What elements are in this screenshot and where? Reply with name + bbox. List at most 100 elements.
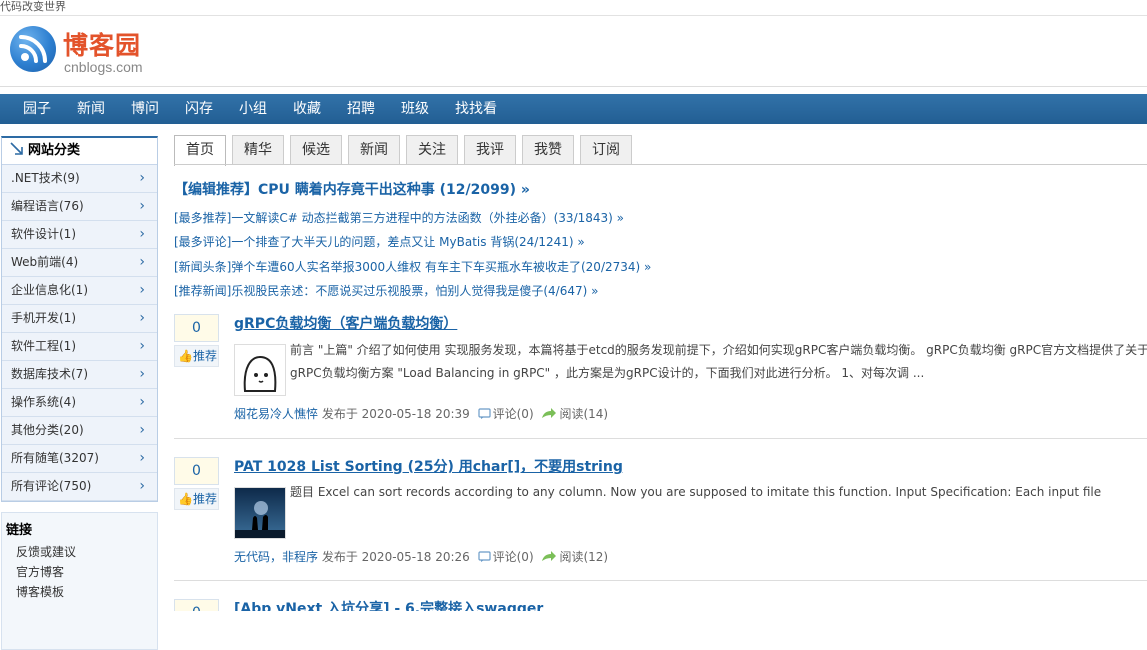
category-label: .NET技术(9) — [11, 171, 80, 185]
post-divider — [174, 438, 1147, 439]
chevron-right-icon: › — [139, 226, 145, 242]
logo-text-cn[interactable]: 博客园 — [63, 26, 141, 62]
chevron-right-icon: › — [139, 394, 145, 410]
recommend-button[interactable]: 👍推荐 — [174, 488, 219, 510]
tab-following[interactable]: 关注 — [406, 135, 458, 164]
link-blog-templates[interactable]: 博客模板 — [6, 582, 157, 602]
read-count-link[interactable]: 阅读(14) — [559, 407, 608, 421]
read-count-link[interactable]: 阅读(12) — [559, 550, 608, 564]
nav-item-search[interactable]: 找找看 — [442, 94, 510, 124]
category-box: 网站分类 .NET技术(9) › 编程语言(76) › 软件设计(1) › Web前端… — [1, 136, 158, 502]
content-tabs: 首页 精华 候选 新闻 关注 我评 我赞 订阅 — [174, 135, 638, 166]
read-arrow-icon — [541, 408, 557, 423]
nav-item-groups[interactable]: 小组 — [226, 94, 280, 124]
category-label: 所有随笔(3207) — [11, 451, 99, 465]
tab-news[interactable]: 新闻 — [348, 135, 400, 164]
logo-text-en[interactable]: cnblogs.com — [64, 59, 143, 75]
category-item[interactable]: 所有随笔(3207) › — [2, 445, 157, 473]
site-slogan: 代码改变世界 — [0, 0, 66, 13]
rec-link-most-commented[interactable]: [最多评论]一个排查了大半天儿的问题，差点又让 MyBatis 背锅(24/12… — [174, 233, 585, 250]
chevron-right-icon: › — [139, 282, 145, 298]
chevron-right-icon: › — [139, 478, 145, 494]
links-box: 链接 反馈或建议 官方博客 博客模板 — [1, 512, 158, 650]
category-label: Web前端(4) — [11, 255, 79, 269]
category-label: 编程语言(76) — [11, 199, 84, 213]
chevron-right-icon: › — [139, 366, 145, 382]
category-item[interactable]: 软件工程(1) › — [2, 333, 157, 361]
rec-link-headline-news[interactable]: [新闻头条]弹个车遭60人实名举报3000人维权 有车主下车买瓶水车被收走了(2… — [174, 258, 651, 275]
nav-item-favorites[interactable]: 收藏 — [280, 94, 334, 124]
post-date: 发布于 2020-05-18 20:26 — [321, 550, 470, 564]
category-item[interactable]: .NET技术(9) › — [2, 165, 157, 193]
post-item: 0 [Abp vNext 入坑分享] - 6.完整接入swagger — [174, 599, 1147, 611]
tab-home[interactable]: 首页 — [174, 135, 226, 166]
nav-item-questions[interactable]: 博问 — [118, 94, 172, 124]
post-author-link[interactable]: 烟花易冷人憔悴 — [234, 407, 318, 421]
arrow-corner-icon — [10, 140, 24, 155]
post-footer: 烟花易冷人憔悴 发布于 2020-05-18 20:39 评论(0) 阅读(14… — [234, 405, 608, 423]
category-label: 其他分类(20) — [11, 423, 84, 437]
category-item[interactable]: 企业信息化(1) › — [2, 277, 157, 305]
chevron-right-icon: › — [139, 310, 145, 326]
category-item[interactable]: 操作系统(4) › — [2, 389, 157, 417]
chevron-right-icon: › — [139, 422, 145, 438]
recommend-button[interactable]: 👍推荐 — [174, 345, 219, 367]
link-feedback[interactable]: 反馈或建议 — [6, 542, 157, 562]
rss-logo-icon[interactable] — [10, 26, 56, 72]
recommend-label: 推荐 — [192, 492, 217, 506]
category-label: 数据库技术(7) — [11, 367, 88, 381]
tab-candidates[interactable]: 候选 — [290, 135, 342, 164]
category-item[interactable]: 编程语言(76) › — [2, 193, 157, 221]
nav-item-news[interactable]: 新闻 — [64, 94, 118, 124]
vote-count: 0 — [174, 457, 219, 485]
editor-pick-link[interactable]: 【编辑推荐】CPU 瞒着内存竟干出这种事 (12/2099) » — [174, 179, 530, 199]
category-item[interactable]: 手机开发(1) › — [2, 305, 157, 333]
post-date: 发布于 2020-05-18 20:39 — [321, 407, 470, 421]
post-title-link[interactable]: [Abp vNext 入坑分享] - 6.完整接入swagger — [234, 599, 543, 611]
post-footer: 无代码，非程序 发布于 2020-05-18 20:26 评论(0) 阅读(12… — [234, 548, 608, 566]
category-item[interactable]: 所有评论(750) › — [2, 473, 157, 501]
nav-item-garden[interactable]: 园子 — [10, 94, 64, 124]
nav-item-classes[interactable]: 班级 — [388, 94, 442, 124]
thumb-up-icon: 👍 — [178, 349, 193, 363]
chevron-right-icon: › — [139, 254, 145, 270]
main-nav: 园子 新闻 博问 闪存 小组 收藏 招聘 班级 找找看 — [0, 94, 1147, 124]
rec-link-most-liked[interactable]: [最多推荐]一文解读C# 动态拦截第三方进程中的方法函数（外挂必备）(33/18… — [174, 209, 624, 226]
category-label: 企业信息化(1) — [11, 283, 88, 297]
vote-count: 0 — [174, 314, 219, 342]
tabs-underline — [174, 164, 1147, 165]
category-label: 操作系统(4) — [11, 395, 76, 409]
post-summary: 前言 "上篇" 介绍了如何使用 实现服务发现，本篇将基于etcd的服务发现前提下… — [290, 343, 1147, 380]
nav-item-flash[interactable]: 闪存 — [172, 94, 226, 124]
author-avatar[interactable] — [234, 344, 286, 396]
link-official-blog[interactable]: 官方博客 — [6, 562, 157, 582]
tab-featured[interactable]: 精华 — [232, 135, 284, 164]
category-item[interactable]: 其他分类(20) › — [2, 417, 157, 445]
category-item[interactable]: 数据库技术(7) › — [2, 361, 157, 389]
sidebar: 网站分类 .NET技术(9) › 编程语言(76) › 软件设计(1) › Web前端… — [1, 136, 158, 650]
post-title-link[interactable]: PAT 1028 List Sorting (25分) 用char[]，不要用s… — [234, 456, 623, 476]
vote-count: 0 — [174, 599, 219, 611]
vote-box: 0 — [174, 599, 219, 611]
post-author-link[interactable]: 无代码，非程序 — [234, 550, 318, 564]
tab-my-comments[interactable]: 我评 — [464, 135, 516, 164]
category-item[interactable]: Web前端(4) › — [2, 249, 157, 277]
category-label: 软件设计(1) — [11, 227, 76, 241]
post-title-link[interactable]: gRPC负载均衡（客户端负载均衡） — [234, 313, 457, 333]
post-summary: 题目 Excel can sort records according to a… — [290, 485, 1102, 499]
category-item[interactable]: 软件设计(1) › — [2, 221, 157, 249]
post-divider — [174, 580, 1147, 581]
comment-count-link[interactable]: 评论(0) — [493, 550, 534, 564]
comment-icon — [478, 408, 491, 423]
category-label: 所有评论(750) — [11, 479, 92, 493]
comment-count-link[interactable]: 评论(0) — [493, 407, 534, 421]
nav-item-jobs[interactable]: 招聘 — [334, 94, 388, 124]
tab-my-likes[interactable]: 我赞 — [522, 135, 574, 164]
chevron-right-icon: › — [139, 338, 145, 354]
read-arrow-icon — [541, 551, 557, 566]
links-title: 链接 — [6, 523, 33, 538]
author-avatar[interactable] — [234, 487, 286, 539]
vote-box: 0 👍推荐 — [174, 457, 219, 510]
rec-link-recommended-news[interactable]: [推荐新闻]乐视股民亲述：不愿说买过乐视股票，怕别人觉得我是傻子(4/647) … — [174, 282, 598, 299]
tab-subscriptions[interactable]: 订阅 — [580, 135, 632, 164]
